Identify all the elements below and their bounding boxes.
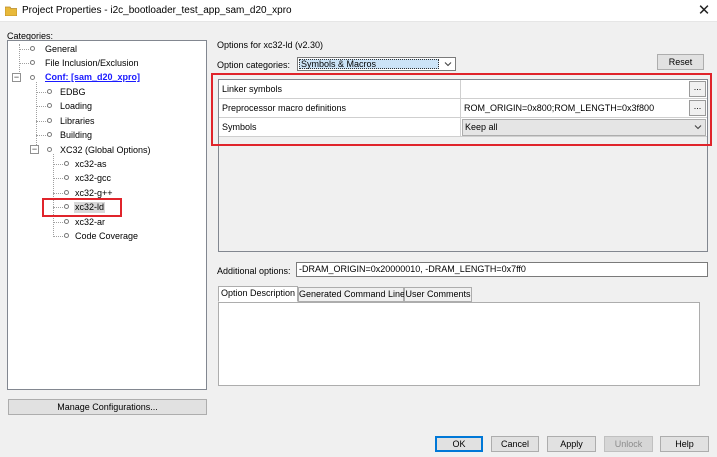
tree-node-icon (47, 132, 52, 137)
tree-item-file-inclusion[interactable]: File Inclusion/Exclusion (45, 58, 139, 69)
tree-item-conf[interactable]: Conf: [sam_d20_xpro] (45, 72, 140, 83)
manage-configurations-button[interactable]: Manage Configurations... (8, 399, 207, 415)
app-icon (5, 6, 17, 16)
tree-item-libraries[interactable]: Libraries (60, 116, 95, 127)
window-title: Project Properties - i2c_bootloader_test… (22, 5, 292, 16)
tree-node-icon (30, 75, 35, 80)
title-bar: Project Properties - i2c_bootloader_test… (0, 0, 717, 22)
tree-item-xc32-global[interactable]: XC32 (Global Options) (60, 145, 151, 156)
tree-highlight-box (42, 198, 122, 217)
collapse-icon[interactable]: − (30, 145, 39, 154)
tab-user-comments[interactable]: User Comments (404, 287, 472, 302)
option-categories-select[interactable]: Symbols & Macros (297, 57, 456, 71)
tree-node-icon (47, 103, 52, 108)
unlock-button: Unlock (604, 436, 653, 452)
tree-node-icon (30, 60, 35, 65)
cancel-button[interactable]: Cancel (491, 436, 539, 452)
tree-node-icon (47, 89, 52, 94)
tree-item-general[interactable]: General (45, 44, 77, 55)
tree-node-icon (64, 233, 69, 238)
reset-button[interactable]: Reset (657, 54, 704, 70)
collapse-icon[interactable]: − (12, 73, 21, 82)
option-categories-label: Option categories: (217, 60, 291, 70)
tree-node-icon (64, 190, 69, 195)
help-button[interactable]: Help (660, 436, 709, 452)
tree-node-icon (47, 118, 52, 123)
tab-option-description[interactable]: Option Description (218, 286, 298, 302)
tree-node-icon (47, 147, 52, 152)
tree-node-icon (64, 219, 69, 224)
tab-generated-command-line[interactable]: Generated Command Line (298, 287, 405, 302)
tree-item-xc32-as[interactable]: xc32-as (75, 159, 107, 170)
chevron-down-icon (444, 62, 452, 67)
option-categories-value: Symbols & Macros (299, 59, 439, 69)
tree-item-code-coverage[interactable]: Code Coverage (75, 231, 138, 242)
ok-button[interactable]: OK (435, 436, 483, 452)
tree-item-building[interactable]: Building (60, 130, 92, 141)
options-for-label: Options for xc32-ld (v2.30) (217, 40, 324, 50)
tree-item-edbg[interactable]: EDBG (60, 87, 86, 98)
tree-node-icon (64, 175, 69, 180)
additional-options-label: Additional options: (217, 266, 291, 276)
properties-highlight-box (211, 73, 712, 146)
tree-node-icon (30, 46, 35, 51)
tree-guide (53, 154, 54, 237)
apply-button[interactable]: Apply (547, 436, 596, 452)
tree-node-icon (64, 161, 69, 166)
additional-options-input[interactable]: -DRAM_ORIGIN=0x20000010, -DRAM_LENGTH=0x… (296, 262, 708, 277)
tree-item-xc32-ar[interactable]: xc32-ar (75, 217, 105, 228)
close-icon[interactable]: ✕ (693, 1, 715, 20)
option-description-panel (218, 302, 700, 386)
tree-item-loading[interactable]: Loading (60, 101, 92, 112)
tree-item-xc32-gcc[interactable]: xc32-gcc (75, 173, 111, 184)
